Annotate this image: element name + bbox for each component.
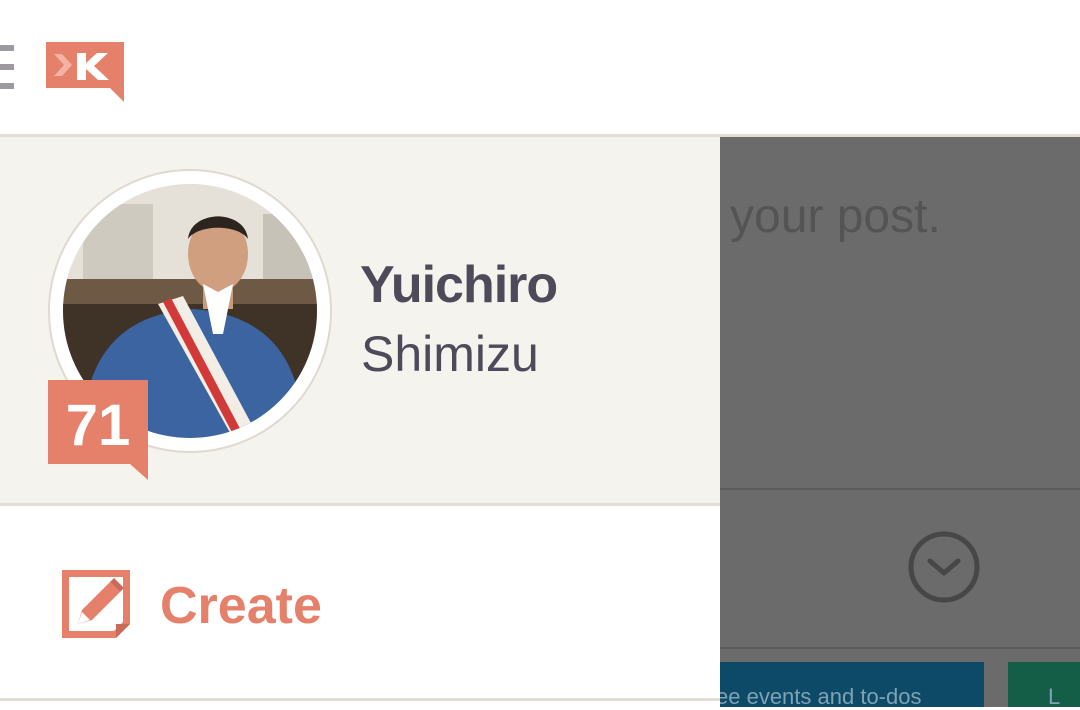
- score-value: 71: [65, 393, 131, 458]
- user-first-name: Yuichiro: [360, 256, 558, 314]
- events-card-label: ee events and to-dos: [720, 684, 922, 707]
- divider: [720, 647, 1080, 649]
- klout-logo[interactable]: [46, 42, 124, 102]
- clock-icon[interactable]: [906, 529, 982, 605]
- hamburger-icon[interactable]: [0, 45, 14, 89]
- navigation-drawer: 71 Yuichiro Shimizu Create: [0, 137, 720, 710]
- secondary-card[interactable]: L: [1008, 662, 1080, 707]
- events-card[interactable]: ee events and to-dos: [720, 662, 984, 707]
- app-bar: [0, 0, 1080, 137]
- user-last-name: Shimizu: [361, 326, 539, 382]
- edit-icon: [62, 570, 130, 638]
- menu-item-create-label: Create: [160, 577, 322, 635]
- background-heading: your post.: [730, 190, 941, 243]
- secondary-card-label: L: [1048, 684, 1061, 707]
- profile-header[interactable]: 71 Yuichiro Shimizu: [0, 137, 720, 506]
- divider: [720, 488, 1080, 490]
- menu-item-create[interactable]: Create: [0, 506, 720, 698]
- background-content: your post. ee events and to-dos L: [720, 137, 1080, 707]
- divider: [0, 698, 720, 710]
